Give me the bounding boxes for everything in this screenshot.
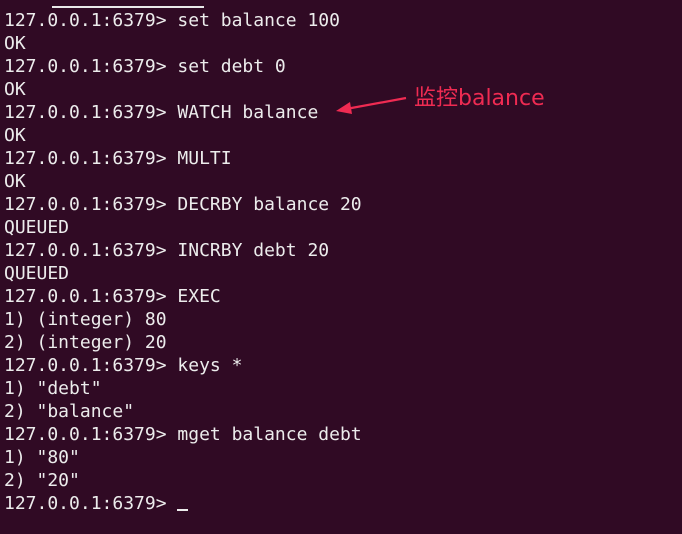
command-text: INCRBY debt 20: [166, 240, 330, 261]
command-input[interactable]: [167, 493, 178, 514]
text-cursor: [177, 509, 189, 511]
command-text: DECRBY balance 20: [166, 194, 362, 215]
command-text: keys *: [166, 355, 243, 376]
prompt: 127.0.0.1:6379>: [4, 240, 167, 261]
terminal-line: 127.0.0.1:6379> set balance 100: [4, 9, 674, 32]
terminal-line: 2) "balance": [4, 400, 674, 423]
annotation-arrow-icon: [336, 96, 407, 114]
terminal-line: 127.0.0.1:6379> mget balance debt: [4, 423, 674, 446]
response-text: 2) "balance": [4, 401, 135, 422]
terminal-line: OK: [4, 170, 674, 193]
command-text: set debt 0: [166, 56, 286, 77]
response-text: 1) "debt": [4, 378, 102, 399]
command-text: EXEC: [166, 286, 221, 307]
prompt: 127.0.0.1:6379>: [4, 355, 167, 376]
terminal-line: 2) "20": [4, 469, 674, 492]
response-text: QUEUED: [4, 263, 70, 284]
response-text: OK: [4, 33, 26, 54]
command-text: set balance 100: [166, 10, 340, 31]
response-text: 1) "80": [4, 447, 80, 468]
prompt: 127.0.0.1:6379>: [4, 102, 167, 123]
scroll-indicator: [52, 6, 204, 8]
terminal-line: 127.0.0.1:6379> EXEC: [4, 285, 674, 308]
prompt: 127.0.0.1:6379>: [4, 286, 167, 307]
response-text: 1) (integer) 80: [4, 309, 167, 330]
terminal-line: 1) "debt": [4, 377, 674, 400]
terminal-line: 127.0.0.1:6379> INCRBY debt 20: [4, 239, 674, 262]
terminal-output: 127.0.0.1:6379> set balance 100 OK 127.0…: [4, 9, 674, 515]
terminal-line: 127.0.0.1:6379> DECRBY balance 20: [4, 193, 674, 216]
command-text: MULTI: [166, 148, 232, 169]
response-text: 2) (integer) 20: [4, 332, 167, 353]
response-text: OK: [4, 171, 26, 192]
prompt: 127.0.0.1:6379>: [4, 493, 167, 514]
prompt: 127.0.0.1:6379>: [4, 424, 167, 445]
response-text: OK: [4, 79, 26, 100]
annotation-label: 监控balance: [414, 86, 545, 111]
terminal-line: 127.0.0.1:6379> MULTI: [4, 147, 674, 170]
prompt: 127.0.0.1:6379>: [4, 56, 167, 77]
response-text: OK: [4, 125, 26, 146]
terminal-line: OK: [4, 32, 674, 55]
terminal-line: 2) (integer) 20: [4, 331, 674, 354]
command-text: mget balance debt: [166, 424, 362, 445]
prompt: 127.0.0.1:6379>: [4, 148, 167, 169]
terminal-input-line[interactable]: 127.0.0.1:6379>: [4, 492, 674, 515]
terminal-line: QUEUED: [4, 216, 674, 239]
response-text: QUEUED: [4, 217, 70, 238]
prompt: 127.0.0.1:6379>: [4, 194, 167, 215]
terminal-line: OK: [4, 124, 674, 147]
terminal-line: QUEUED: [4, 262, 674, 285]
terminal-line: 1) "80": [4, 446, 674, 469]
response-text: 2) "20": [4, 470, 80, 491]
prompt: 127.0.0.1:6379>: [4, 10, 167, 31]
terminal-window[interactable]: 127.0.0.1:6379> set balance 100 OK 127.0…: [0, 0, 682, 534]
terminal-line: 127.0.0.1:6379> set debt 0: [4, 55, 674, 78]
terminal-line: 1) (integer) 80: [4, 308, 674, 331]
terminal-line: 127.0.0.1:6379> keys *: [4, 354, 674, 377]
command-text: WATCH balance: [166, 102, 319, 123]
